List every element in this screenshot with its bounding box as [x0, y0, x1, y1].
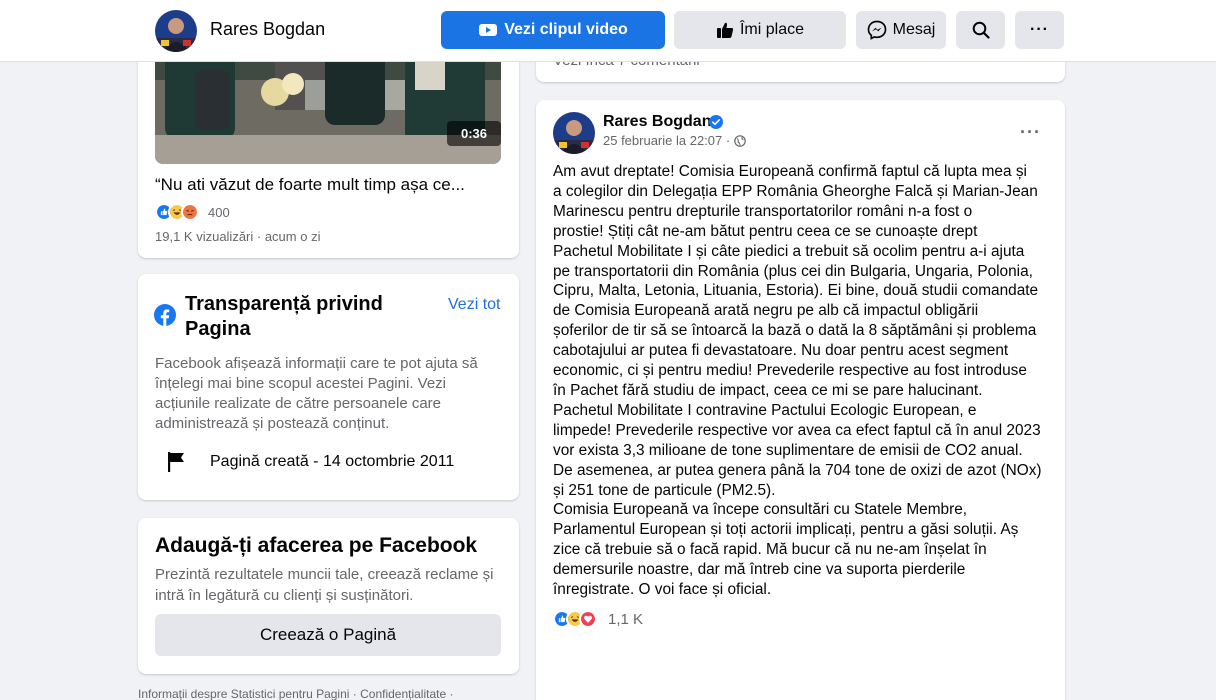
post-author-name[interactable]: Rares Bogdan [603, 113, 711, 131]
post-options-button[interactable]: ··· [1020, 122, 1041, 143]
page-created-date: Pagină creată - 14 octombrie 2011 [210, 453, 455, 470]
post-date-text: 25 februarie la 22:07 · [603, 133, 731, 148]
video-reaction-count: 400 [208, 204, 230, 220]
page-header: Rares Bogdan Vezi clipul video Îmi place… [0, 0, 1216, 62]
watch-video-button[interactable]: Vezi clipul video [441, 11, 665, 49]
like-page-button[interactable]: Îmi place [674, 11, 846, 49]
video-duration: 0:36 [447, 121, 501, 146]
add-business-description: Prezintă rezultatele muncii tale, creeaz… [155, 566, 494, 604]
post-reactions[interactable]: 1,1 K [553, 610, 643, 628]
add-business-card: Adaugă-ți afacerea pe Facebook Prezintă … [138, 518, 519, 674]
facebook-logo-icon [154, 304, 176, 326]
transparency-card: Transparență privind Pagina Vezi tot Fac… [138, 274, 519, 500]
love-reaction-icon [579, 610, 597, 628]
more-options-button[interactable]: ··· [1015, 11, 1064, 49]
footer-links[interactable]: Informații despre Statistici pentru Pagi… [138, 687, 454, 700]
transparency-description: Facebook afișează informații care te pot… [155, 355, 478, 432]
video-reactions[interactable]: 400 [155, 203, 230, 221]
post-card: Rares Bogdan 25 februarie la 22:07 · ···… [536, 100, 1065, 700]
add-business-title: Adaugă-ți afacerea pe Facebook [155, 534, 478, 557]
message-button[interactable]: Mesaj [856, 11, 946, 49]
thumbs-up-icon [716, 22, 734, 38]
angry-reaction-icon [181, 203, 199, 221]
video-title[interactable]: “Nu ati văzut de foarte mult timp așa ce… [155, 175, 465, 195]
see-all-link[interactable]: Vezi tot [448, 296, 500, 314]
messenger-icon [867, 20, 887, 40]
search-icon [972, 21, 990, 39]
search-button[interactable] [956, 11, 1005, 49]
video-card: 0:36 “Nu ati văzut de foarte mult timp a… [138, 40, 519, 258]
globe-icon [734, 134, 747, 147]
create-page-button[interactable]: Creează o Pagină [155, 614, 501, 656]
post-timestamp[interactable]: 25 februarie la 22:07 · [603, 133, 747, 148]
post-reaction-count: 1,1 K [608, 610, 644, 628]
flag-icon [168, 452, 184, 472]
post-author-avatar[interactable] [553, 112, 595, 154]
verified-badge-icon [709, 115, 723, 129]
video-camera-icon [479, 24, 498, 36]
like-label: Îmi place [739, 21, 805, 38]
page-name[interactable]: Rares Bogdan [210, 19, 325, 40]
watch-video-label: Vezi clipul video [504, 21, 628, 38]
message-label: Mesaj [892, 21, 936, 38]
post-body-text: Am avut dreptate! Comisia Europeană conf… [553, 163, 1042, 599]
transparency-title: Transparență privind Pagina [185, 293, 383, 340]
video-meta: 19,1 K vizualizări · acum o zi [155, 229, 321, 244]
page-avatar[interactable] [155, 10, 197, 52]
